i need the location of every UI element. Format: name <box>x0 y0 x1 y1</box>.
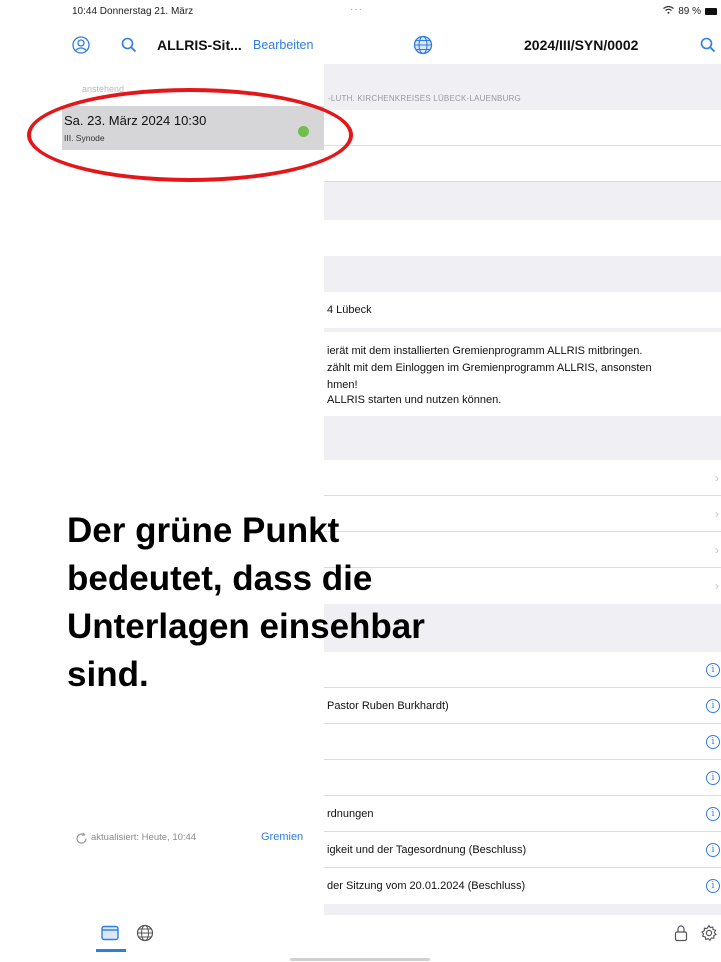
agenda-item[interactable]: igkeit und der Tagesordnung (Beschluss) … <box>324 832 721 868</box>
info-icon[interactable]: i <box>706 807 720 821</box>
note-line: zählt mit dem Einloggen im Gremienprogra… <box>327 362 652 374</box>
location-row: 4 Lübeck <box>324 292 721 328</box>
detail-pane: 2024/III/SYN/0002 -LUTH. KIRCHENKREISES … <box>324 26 721 915</box>
agenda-item-title: Pastor Ruben Burkhardt) <box>327 700 449 712</box>
agenda-item-title: der Sitzung vom 20.01.2024 (Beschluss) <box>327 880 526 892</box>
section-header: anstehend <box>82 84 125 94</box>
info-icon[interactable]: i <box>706 843 720 857</box>
agenda-item[interactable]: i <box>324 760 721 796</box>
battery-indicator: 89 % <box>663 5 717 17</box>
chevron-right-icon: › <box>715 579 719 593</box>
note-line: hmen! <box>327 379 358 391</box>
info-icon[interactable]: i <box>706 699 720 713</box>
gremien-button[interactable]: Gremien <box>261 831 303 843</box>
updated-status: aktualisiert: Heute, 10:44 <box>91 832 197 843</box>
status-bar: 10:44 Donnerstag 21. März ··· 89 % <box>0 0 721 26</box>
home-indicator <box>290 958 430 961</box>
status-time: 10:44 Donnerstag 21. März <box>72 6 194 17</box>
notes-row: ierät mit dem installierten Gremienprogr… <box>324 332 721 416</box>
tab-bar <box>62 915 721 962</box>
info-icon[interactable]: i <box>706 879 720 893</box>
detail-toolbar: 2024/III/SYN/0002 <box>324 26 721 64</box>
refresh-icon[interactable] <box>74 831 88 845</box>
agenda-item-title: igkeit und der Tagesordnung (Beschluss) <box>327 844 527 856</box>
annotation-line: Unterlagen einsehbar <box>67 607 425 646</box>
sidebar-toolbar: ALLRIS-Sit... Bearbeiten <box>62 26 324 64</box>
location-text: 4 Lübeck <box>327 304 372 316</box>
detail-row <box>324 110 721 146</box>
globe-tab-icon[interactable] <box>135 923 155 943</box>
gear-icon[interactable] <box>699 923 719 943</box>
meeting-list-item[interactable]: Sa. 23. März 2024 10:30 III. Synode <box>62 106 324 150</box>
info-icon[interactable]: i <box>706 735 720 749</box>
sidebar-footer: aktualisiert: Heute, 10:44 Gremien <box>62 829 324 853</box>
edit-button[interactable]: Bearbeiten <box>253 38 313 52</box>
meeting-body: III. Synode <box>64 133 105 143</box>
info-icon[interactable]: i <box>706 663 720 677</box>
battery-icon <box>705 8 717 15</box>
detail-row <box>324 146 721 182</box>
sidebar: ALLRIS-Sit... Bearbeiten anstehend Sa. 2… <box>62 26 324 898</box>
lock-icon[interactable] <box>672 923 690 943</box>
chevron-right-icon: › <box>715 543 719 557</box>
multitasking-dots[interactable]: ··· <box>350 4 363 15</box>
document-row[interactable]: › <box>324 460 721 496</box>
annotation-text: Der grüne Punkt bedeutet, dass die Unter… <box>67 507 587 699</box>
agenda-item-title: rdnungen <box>327 808 374 820</box>
profile-icon[interactable] <box>71 35 91 55</box>
wifi-icon <box>663 5 675 17</box>
note-line: ierät mit dem installierten Gremienprogr… <box>327 345 643 357</box>
agenda-item[interactable]: rdnungen i <box>324 796 721 832</box>
organization-label: -LUTH. KIRCHENKREISES LÜBECK-LAUENBURG <box>328 94 521 103</box>
search-icon[interactable] <box>120 36 138 54</box>
detail-search-icon[interactable] <box>699 36 717 54</box>
meeting-id-title: 2024/III/SYN/0002 <box>524 37 639 53</box>
documents-available-dot <box>298 126 309 137</box>
sidebar-title: ALLRIS-Sit... <box>157 37 242 53</box>
chevron-right-icon: › <box>715 471 719 485</box>
battery-percent: 89 % <box>678 6 701 17</box>
annotation-line: sind. <box>67 655 149 694</box>
meeting-date: Sa. 23. März 2024 10:30 <box>64 113 207 128</box>
chevron-right-icon: › <box>715 507 719 521</box>
detail-row <box>324 220 721 256</box>
note-line: ALLRIS starten und nutzen können. <box>327 394 502 406</box>
annotation-line: Der grüne Punkt <box>67 511 340 550</box>
annotation-line: bedeutet, dass die <box>67 559 373 598</box>
calendar-tab-icon[interactable] <box>100 924 120 942</box>
active-tab-indicator <box>96 949 126 952</box>
agenda-item[interactable]: der Sitzung vom 20.01.2024 (Beschluss) i <box>324 868 721 904</box>
globe-icon[interactable] <box>412 34 434 56</box>
info-icon[interactable]: i <box>706 771 720 785</box>
agenda-item[interactable]: i <box>324 724 721 760</box>
